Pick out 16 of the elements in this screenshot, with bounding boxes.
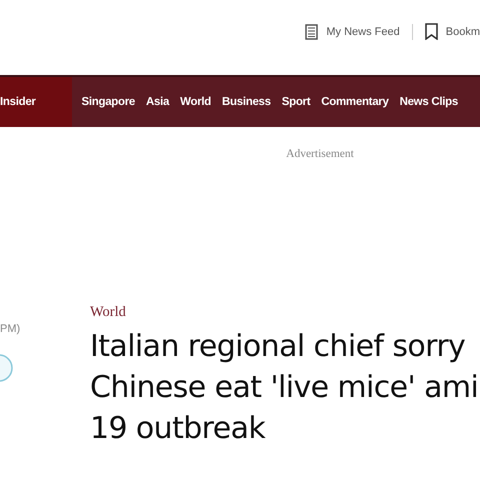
article-category[interactable]: World — [90, 304, 478, 321]
nav-item[interactable]: Insider — [0, 77, 72, 127]
timestamp: PM) — [0, 323, 22, 335]
bookmark-icon — [424, 23, 438, 40]
header-link[interactable]: Bookm — [446, 26, 480, 38]
article-headline: Italian regional chief sorry Chinese eat 'live mice' ami 19 outbreak — [90, 328, 478, 448]
nav-item[interactable]: Sport — [276, 77, 316, 127]
advertisement-label: Advertisement — [285, 148, 355, 160]
nav-item[interactable]: Singapore — [76, 77, 141, 127]
header-link[interactable]: My News Feed — [326, 26, 400, 38]
newspaper-icon — [305, 24, 318, 40]
nav-item[interactable]: News Clips — [394, 77, 464, 127]
nav-item[interactable]: Commentary — [316, 77, 394, 127]
nav-item[interactable]: Asia — [140, 77, 175, 127]
nav-item[interactable]: World — [174, 77, 216, 127]
nav-item[interactable]: Business — [216, 77, 276, 127]
